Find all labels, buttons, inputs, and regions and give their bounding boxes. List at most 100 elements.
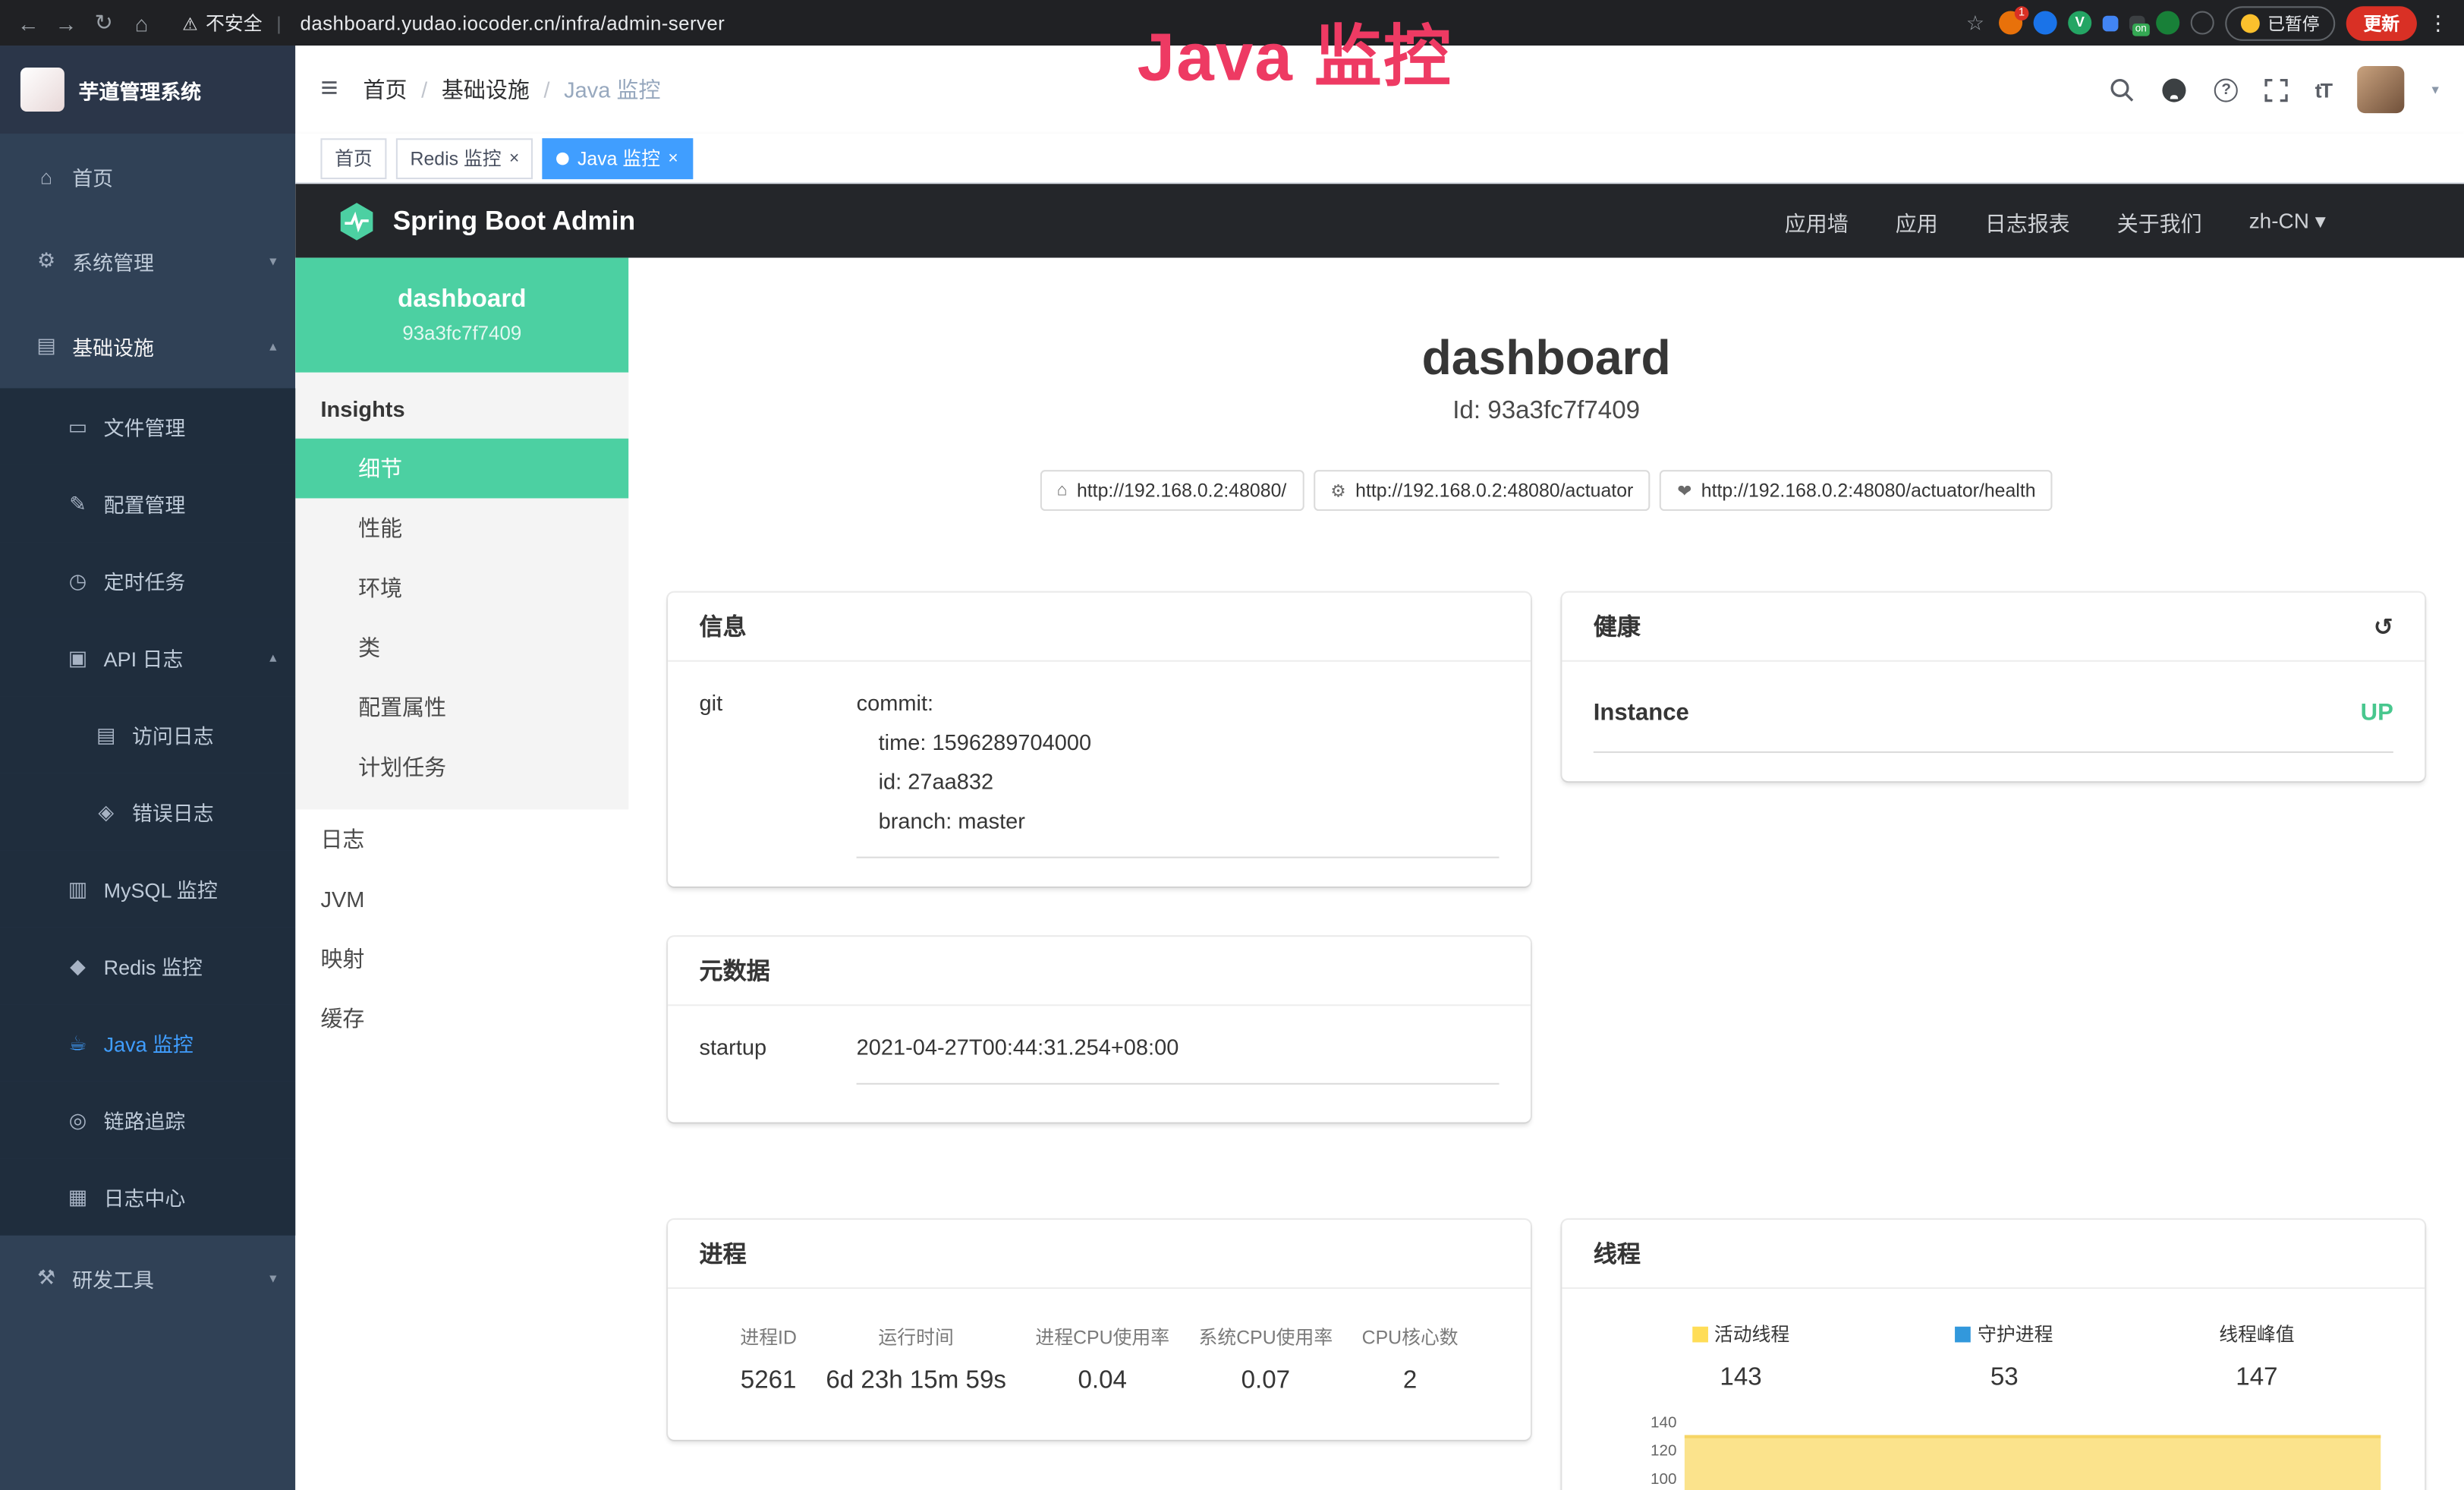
sba-nav-about[interactable]: 关于我们 [2117,205,2202,236]
service-url-button[interactable]: http://192.168.0.2:48080/ [1040,470,1304,511]
sidebar-item-file-manage[interactable]: 文件管理 [0,388,295,465]
legend-value: 53 [1956,1364,2053,1392]
extension-icon[interactable]: 1 [1999,11,2022,34]
sba-locale-select[interactable]: zh-CN [2249,208,2326,233]
avatar[interactable] [2358,66,2405,113]
extension-icon[interactable] [2068,11,2091,34]
sidebar-item-redis-monitor[interactable]: Redis 监控 [0,928,295,1004]
breadcrumb-infrastructure[interactable]: 基础设施 [442,74,530,105]
y-tick: 100 [1635,1471,1677,1490]
process-card: 进程 进程ID 5261 [668,1220,1531,1440]
sidebar-item-label: 错误日志 [132,797,214,827]
fullscreen-icon[interactable] [2264,78,2288,102]
stat-value: 0.07 [1199,1368,1333,1396]
breadcrumb: 首页 / 基础设施 / Java 监控 [363,74,661,105]
app-logo-row[interactable]: 芋道管理系统 [0,46,295,134]
extension-icon[interactable] [2156,11,2179,34]
close-icon[interactable]: × [509,149,519,168]
process-card-header: 进程 [668,1220,1531,1289]
sidebar-item-java-monitor[interactable]: Java 监控 [0,1004,295,1081]
sba-item-environment[interactable]: 环境 [295,558,628,618]
sidebar-item-scheduled-jobs[interactable]: 定时任务 [0,542,295,619]
actuator-url-button[interactable]: http://192.168.0.2:48080/actuator [1314,470,1651,511]
sidebar-item-system[interactable]: 系统管理 [0,219,295,304]
stat-value: 2 [1362,1368,1459,1396]
sidebar-item-tracing[interactable]: 链路追踪 [0,1082,295,1158]
chevron-down-icon[interactable] [2431,81,2438,99]
log-icon [66,645,90,670]
tab-label: Java 监控 [577,145,660,172]
extension-icon[interactable] [2103,15,2119,31]
sidebar-item-config-manage[interactable]: 配置管理 [0,465,295,542]
bookmark-star-icon[interactable] [1962,9,1987,36]
breadcrumb-current: Java 监控 [564,74,660,105]
stat-value: 6d 23h 15m 59s [826,1368,1006,1396]
sba-brand[interactable]: Spring Boot Admin [295,200,635,241]
sidebar-item-label: MySQL 监控 [104,874,218,903]
help-icon[interactable]: ? [2214,78,2238,102]
y-tick: 120 [1635,1443,1677,1471]
sba-item-mappings[interactable]: 映射 [295,929,628,989]
stat-cpu-cores: CPU核心数 2 [1362,1324,1459,1396]
sba-item-logs[interactable]: 日志 [295,809,628,869]
tab-label: 首页 [335,145,373,172]
app-logo [20,68,65,112]
sba-item-details[interactable]: 细节 [295,439,628,499]
paused-chip[interactable]: 已暂停 [2225,5,2335,40]
forward-icon[interactable] [53,10,78,35]
threads-card-header: 线程 [1562,1220,2425,1289]
health-url-button[interactable]: http://192.168.0.2:48080/actuator/health [1660,470,2053,511]
hamburger-icon[interactable] [320,72,338,107]
breadcrumb-separator: / [543,77,549,102]
browser-menu-icon[interactable] [2428,10,2448,35]
breadcrumb-home[interactable]: 首页 [363,74,408,105]
screen: 不安全 | dashboard.yudao.iocoder.cn/infra/a… [0,0,2464,1490]
sidebar-item-dev-tools[interactable]: 研发工具 [0,1236,295,1321]
sba-item-jvm[interactable]: JVM [295,869,628,929]
link-label: http://192.168.0.2:48080/actuator [1355,480,1633,502]
sidebar-item-access-logs[interactable]: 访问日志 [0,696,295,773]
search-icon[interactable] [2109,77,2134,102]
sidebar-item-home[interactable]: 首页 [0,134,295,219]
info-line: time: 1596289704000 [857,723,1499,763]
sba-item-caches[interactable]: 缓存 [295,989,628,1049]
back-icon[interactable] [16,10,41,35]
tab-redis-monitor[interactable]: Redis 监控 × [396,137,533,178]
chrome-right-cluster: 1 已暂停 更新 [1962,5,2448,40]
site-security[interactable]: 不安全 | [182,9,288,36]
sba-item-config-props[interactable]: 配置属性 [295,678,628,738]
update-button[interactable]: 更新 [2346,5,2417,40]
instance-header[interactable]: dashboard 93a3fc7f7409 [295,258,628,373]
sidebar-item-error-logs[interactable]: 错误日志 [0,773,295,850]
sidebar-item-infrastructure[interactable]: 基础设施 [0,304,295,389]
home-icon [35,164,58,187]
github-icon[interactable] [2161,76,2188,102]
sidebar-item-api-logs[interactable]: API 日志 [0,619,295,696]
sba-nav-wallboard[interactable]: 应用墙 [1785,205,1849,236]
sba-item-metrics[interactable]: 性能 [295,498,628,558]
history-icon[interactable] [2374,613,2393,641]
extension-icon[interactable] [2034,11,2057,34]
sba-item-scheduled-tasks[interactable]: 计划任务 [295,737,628,797]
close-icon[interactable]: × [668,149,678,168]
sba-nav-applications[interactable]: 应用 [1896,205,1938,236]
reload-icon[interactable] [91,9,116,36]
stat-label: 进程ID [740,1324,797,1350]
infrastructure-icon [35,333,58,358]
info-card-header: 信息 [668,593,1531,662]
sba-nav-journal[interactable]: 日志报表 [1985,205,2070,236]
font-size-icon[interactable]: tT [2315,78,2331,102]
sidebar-item-log-center[interactable]: 日志中心 [0,1158,295,1235]
extension-icon[interactable] [2191,11,2214,34]
info-row-git: git commit: time: 1596289704000 id: 27aa… [700,684,1499,858]
chevron-up-icon [269,649,276,666]
extension-icon[interactable] [2129,15,2145,31]
sba-item-classes[interactable]: 类 [295,618,628,678]
tab-java-monitor[interactable]: Java 监控 × [543,137,692,178]
trace-icon [66,1107,90,1132]
sidebar-item-mysql-monitor[interactable]: MySQL 监控 [0,850,295,927]
address-url[interactable]: dashboard.yudao.iocoder.cn/infra/admin-s… [301,12,725,34]
chevron-up-icon [269,337,276,354]
tab-home[interactable]: 首页 [320,137,386,178]
home-icon[interactable] [129,10,154,35]
